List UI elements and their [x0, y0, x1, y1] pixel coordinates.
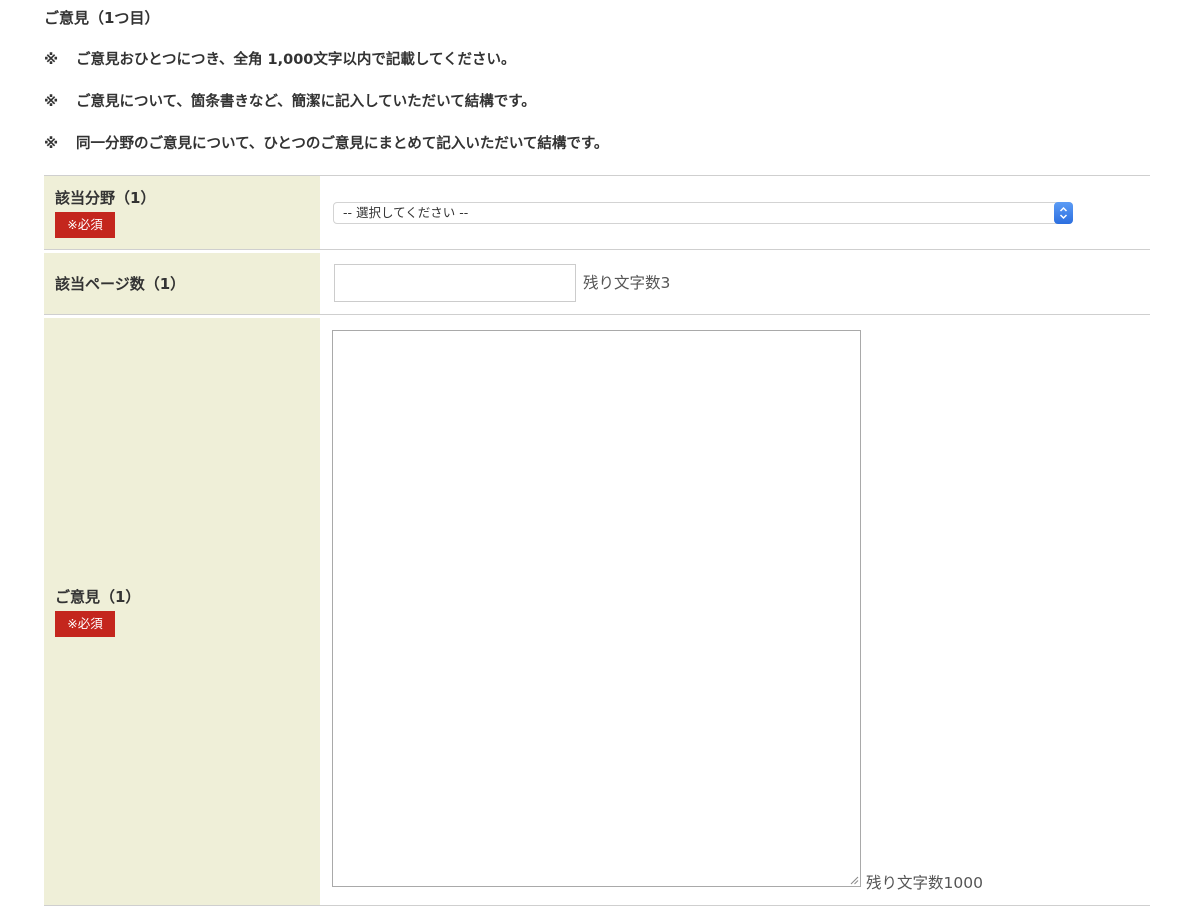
category-label-cell: 該当分野（1） ※必須: [44, 176, 320, 249]
note-2: ※ ご意見について、箇条書きなど、簡潔に記入していただいて結構です。: [44, 92, 536, 112]
page-remaining-counter: 残り文字数3: [583, 274, 671, 292]
opinion-row: ご意見（1） ※必須 残り文字数1000: [44, 318, 1150, 906]
opinion-input-cell: 残り文字数1000: [320, 318, 1150, 905]
note-mark: ※: [44, 94, 59, 110]
category-row: 該当分野（1） ※必須 -- 選択してください --: [44, 176, 1150, 250]
required-badge: ※必須: [55, 610, 115, 637]
opinion-form-table: 該当分野（1） ※必須 -- 選択してください -- 該当ページ数（1） 残り文…: [44, 175, 1150, 906]
page-number-input[interactable]: [334, 264, 576, 302]
page-input-cell: 残り文字数3: [320, 253, 1150, 314]
note-3: ※ 同一分野のご意見について、ひとつのご意見にまとめて記入いただいて結構です。: [44, 134, 608, 154]
section-title: ご意見（1つ目）: [44, 9, 160, 27]
page-label-cell: 該当ページ数（1）: [44, 253, 320, 314]
category-select[interactable]: -- 選択してください --: [333, 202, 1073, 224]
note-text: ご意見おひとつにつき、全角 1,000文字以内で記載してください。: [76, 52, 516, 68]
resize-grip-icon[interactable]: [849, 875, 859, 885]
note-mark: ※: [44, 136, 59, 152]
opinion-remaining-counter: 残り文字数1000: [866, 874, 983, 892]
category-label: 該当分野（1）: [55, 188, 156, 207]
page-row: 該当ページ数（1） 残り文字数3: [44, 253, 1150, 315]
opinion-textarea[interactable]: [332, 330, 861, 887]
page-label: 該当ページ数（1）: [55, 274, 186, 293]
required-badge: ※必須: [55, 211, 115, 238]
category-select-value: -- 選択してください --: [343, 205, 469, 220]
note-1: ※ ご意見おひとつにつき、全角 1,000文字以内で記載してください。: [44, 50, 516, 70]
opinion-label: ご意見（1）: [55, 587, 141, 606]
select-arrows-icon: [1054, 202, 1073, 224]
note-text: ご意見について、箇条書きなど、簡潔に記入していただいて結構です。: [76, 94, 536, 110]
category-input-cell: -- 選択してください --: [320, 176, 1150, 249]
note-text: 同一分野のご意見について、ひとつのご意見にまとめて記入いただいて結構です。: [76, 136, 609, 152]
note-mark: ※: [44, 52, 59, 68]
chevron-up-down-icon: [1059, 206, 1068, 220]
opinion-label-cell: ご意見（1） ※必須: [44, 318, 320, 905]
